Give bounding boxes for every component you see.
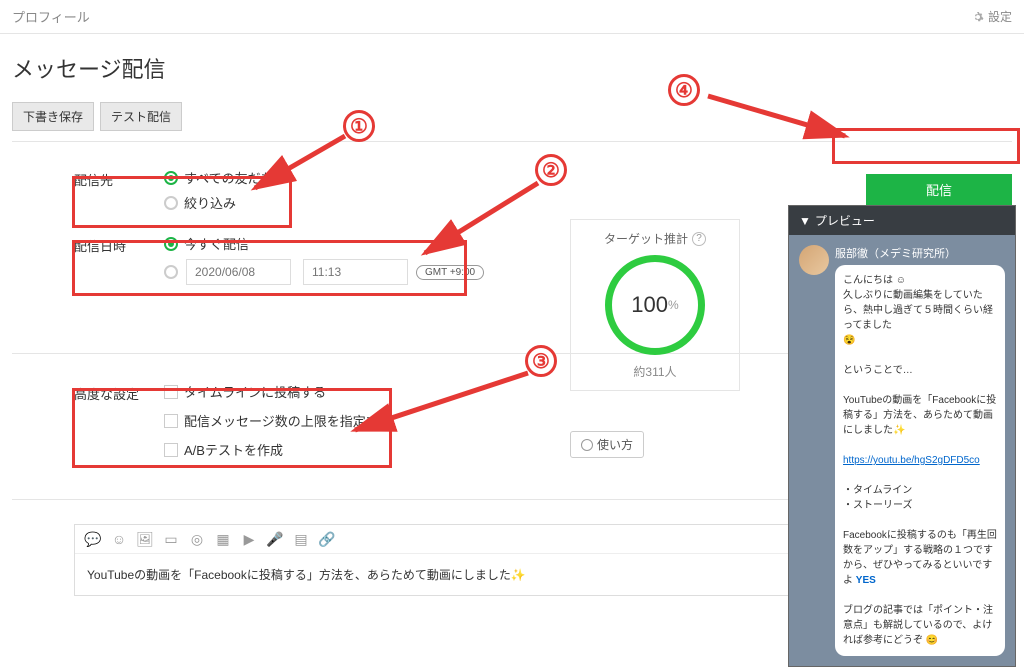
breadcrumb[interactable]: プロフィール [12, 7, 90, 26]
annotation-number-4: ④ [668, 74, 700, 106]
annotation-number-1: ① [343, 110, 375, 142]
emoji-icon[interactable]: ☺ [111, 531, 127, 547]
chat-icon[interactable]: 💬 [85, 531, 101, 547]
target-title: ターゲット推計 [604, 230, 688, 247]
advanced-label: 高度な設定 [74, 382, 164, 459]
howto-button[interactable]: 使い方 [570, 431, 644, 458]
radio-now-label: 今すぐ配信 [184, 234, 249, 253]
card-icon[interactable]: ▭ [163, 531, 179, 547]
survey-icon[interactable]: ▤ [293, 531, 309, 547]
target-estimate-box: ターゲット推計 ? 100% 約311人 [570, 219, 740, 391]
link-icon[interactable]: 🔗 [319, 531, 335, 547]
checkbox-limit[interactable] [164, 414, 178, 428]
image-icon[interactable]: 🖼 [137, 531, 153, 547]
target-count: 約311人 [581, 363, 729, 380]
datetime-label: 配信日時 [74, 234, 164, 285]
preview-header[interactable]: ▼ プレビュー [789, 206, 1015, 235]
checkbox-ab-label: A/Bテストを作成 [184, 440, 283, 459]
annotation-number-3: ③ [525, 345, 557, 377]
checkbox-limit-label: 配信メッセージ数の上限を指定する [184, 411, 392, 430]
chevron-down-icon: ▼ [799, 214, 811, 228]
date-input[interactable] [186, 259, 291, 285]
test-send-button[interactable]: テスト配信 [100, 102, 182, 131]
timezone-badge: GMT +9:00 [416, 265, 484, 280]
radio-all-friends[interactable] [164, 171, 178, 185]
radio-send-now[interactable] [164, 237, 178, 251]
annotation-number-2: ② [535, 154, 567, 186]
checkbox-timeline[interactable] [164, 385, 178, 399]
sender-name: 服部徹（メデミ研究所） [799, 245, 1005, 261]
checkbox-ab[interactable] [164, 443, 178, 457]
target-percent: 100 [631, 292, 668, 318]
radio-all-label: すべての友だち [184, 168, 274, 187]
preview-link[interactable]: https://youtu.be/hgS2gDFD5co [843, 455, 980, 466]
radio-filter-label: 絞り込み [184, 193, 236, 212]
coupon-icon[interactable]: ◎ [189, 531, 205, 547]
radio-schedule[interactable] [164, 265, 178, 279]
page-title: メッセージ配信 [12, 52, 1012, 84]
radio-filter[interactable] [164, 196, 178, 210]
message-bubble: こんにちは ☺ 久しぶりに動画編集をしていたら、熱中し過ぎて５時間くらい経ってま… [835, 265, 1005, 656]
settings-link[interactable]: 設定 [972, 8, 1012, 25]
send-button[interactable]: 配信 [866, 174, 1012, 205]
mic-icon[interactable]: 🎤 [267, 531, 283, 547]
gear-icon [972, 11, 984, 23]
avatar [799, 245, 829, 275]
help-icon[interactable]: ? [692, 232, 706, 246]
grid-icon[interactable]: ▦ [215, 531, 231, 547]
clock-icon [581, 439, 593, 451]
checkbox-timeline-label: タイムラインに投稿する [184, 382, 326, 401]
dest-label: 配信先 [74, 168, 164, 218]
save-draft-button[interactable]: 下書き保存 [12, 102, 94, 131]
preview-panel: ▼ プレビュー 服部徹（メデミ研究所） こんにちは ☺ 久しぶりに動画編集をして… [788, 205, 1016, 667]
target-donut: 100% [605, 255, 705, 355]
video-icon[interactable]: ▶ [241, 531, 257, 547]
time-input[interactable] [303, 259, 408, 285]
